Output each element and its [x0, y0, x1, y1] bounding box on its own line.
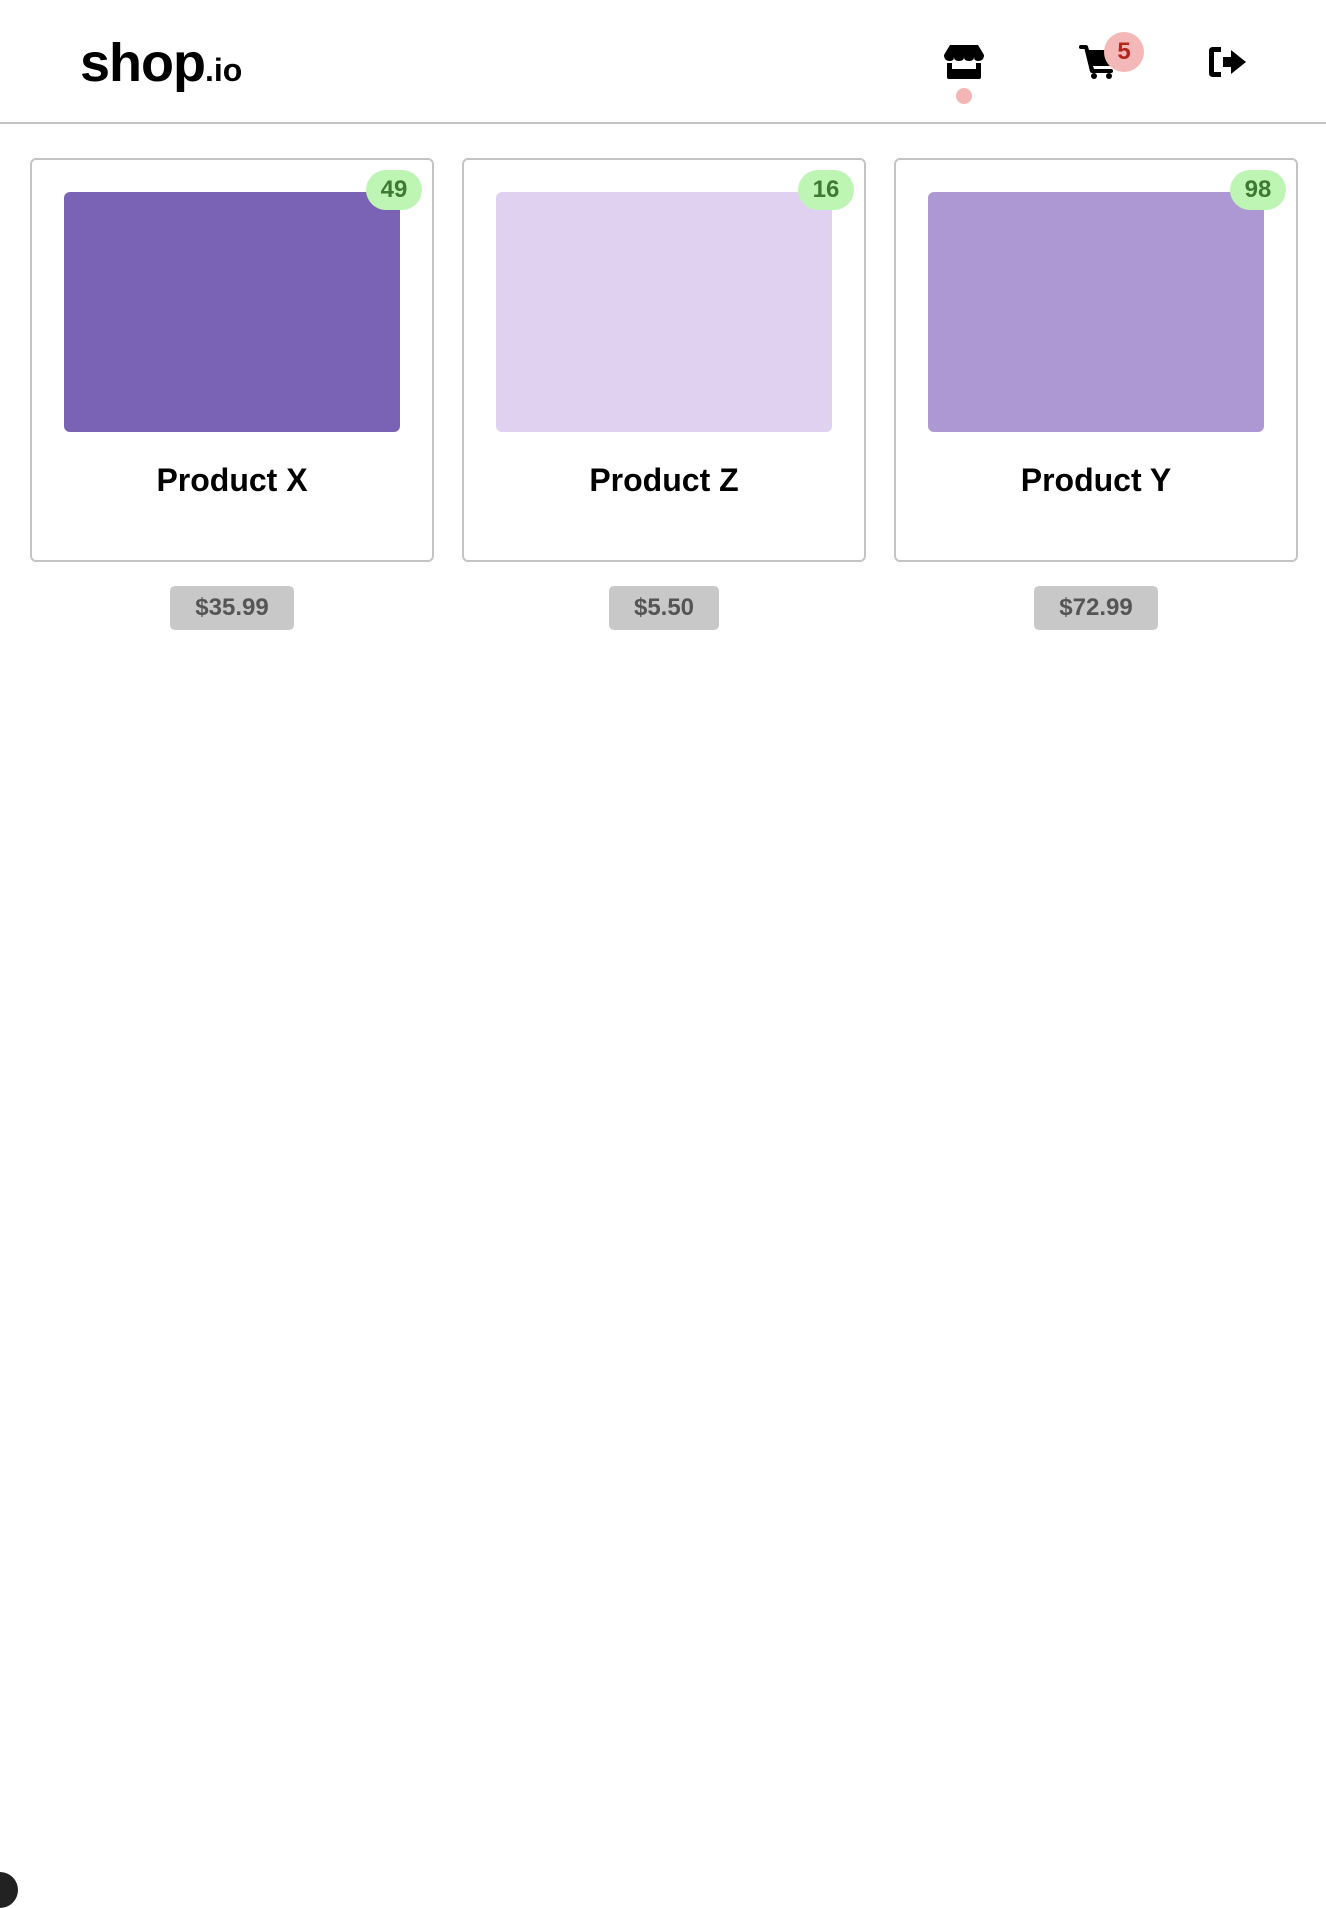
product-image	[64, 192, 400, 432]
logout-button[interactable]	[1198, 32, 1258, 92]
stock-badge: 16	[798, 170, 854, 210]
nav-store-button[interactable]	[934, 32, 994, 92]
logout-icon	[1209, 47, 1247, 77]
product-item: 98 Product Y $72.99	[894, 158, 1298, 630]
product-image	[928, 192, 1264, 432]
stock-badge: 49	[366, 170, 422, 210]
cart-count-badge: 5	[1104, 32, 1144, 72]
product-item: 49 Product X $35.99	[30, 158, 434, 630]
store-icon	[944, 45, 984, 79]
active-nav-indicator	[956, 88, 972, 104]
price-tag: $35.99	[170, 586, 293, 630]
product-name: Product Z	[464, 462, 864, 499]
product-name: Product Y	[896, 462, 1296, 499]
product-card[interactable]: 16 Product Z	[462, 158, 866, 562]
price-tag: $5.50	[609, 586, 719, 630]
product-image	[496, 192, 832, 432]
window-corner	[0, 1872, 18, 1908]
product-name: Product X	[32, 462, 432, 499]
product-item: 16 Product Z $5.50	[462, 158, 866, 630]
app-header: shop.io 5	[0, 0, 1326, 124]
brand-logo[interactable]: shop.io	[80, 32, 242, 94]
product-card[interactable]: 49 Product X	[30, 158, 434, 562]
product-card[interactable]: 98 Product Y	[894, 158, 1298, 562]
brand-suffix: .io	[205, 52, 242, 88]
price-tag: $72.99	[1034, 586, 1157, 630]
brand-name: shop	[80, 33, 205, 93]
stock-badge: 98	[1230, 170, 1286, 210]
